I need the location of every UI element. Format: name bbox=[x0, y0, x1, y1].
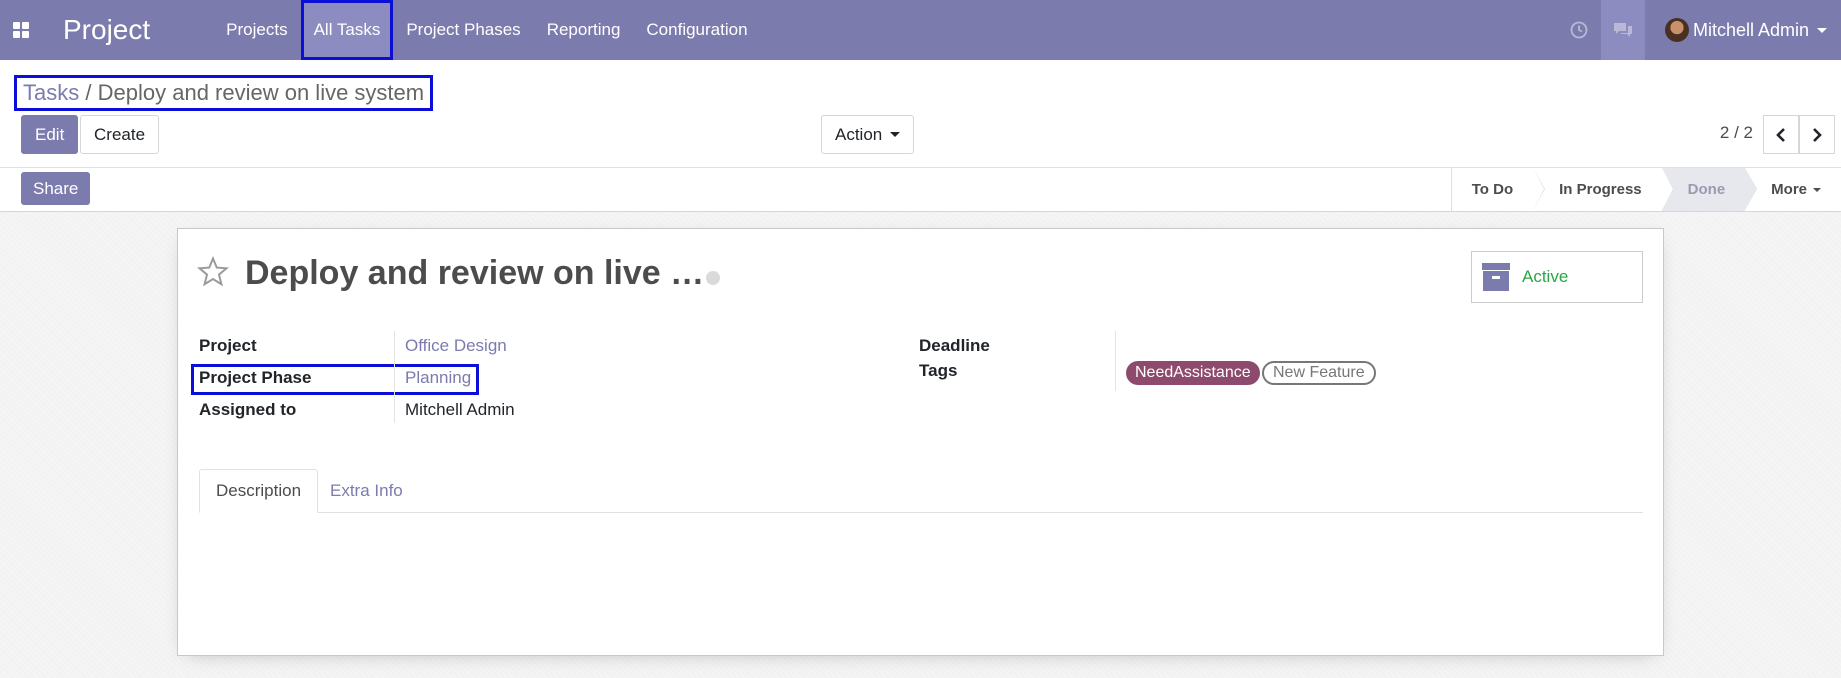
apps-menu-icon[interactable] bbox=[0, 0, 42, 60]
archive-icon bbox=[1482, 263, 1510, 291]
menu-reporting[interactable]: Reporting bbox=[534, 0, 634, 60]
form-sheet: Deploy and review on live … Active Proje… bbox=[177, 228, 1664, 656]
pager-next-button[interactable] bbox=[1799, 115, 1835, 154]
menu-project-phases[interactable]: Project Phases bbox=[393, 0, 533, 60]
breadcrumb-tasks-link[interactable]: Tasks bbox=[23, 80, 79, 105]
share-button[interactable]: Share bbox=[21, 172, 91, 205]
form-statusbar: Share To Do In Progress Done More bbox=[0, 168, 1841, 212]
tab-extra-info[interactable]: Extra Info bbox=[314, 469, 419, 513]
project-value-link[interactable]: Office Design bbox=[405, 336, 507, 356]
top-navbar: Project Projects All Tasks Project Phase… bbox=[0, 0, 1841, 60]
messages-chat-icon[interactable] bbox=[1600, 0, 1645, 60]
favorite-star-icon[interactable] bbox=[197, 256, 229, 288]
control-panel: Tasks / Deploy and review on live system… bbox=[0, 60, 1841, 168]
action-label: Action bbox=[835, 124, 883, 144]
user-avatar bbox=[1664, 18, 1689, 42]
user-menu[interactable]: Mitchell Admin bbox=[1645, 0, 1841, 60]
stage-in-progress[interactable]: In Progress bbox=[1533, 168, 1674, 211]
menu-all-tasks[interactable]: All Tasks bbox=[300, 0, 394, 60]
navbar-systray: Mitchell Admin bbox=[1557, 0, 1841, 60]
tab-description[interactable]: Description bbox=[199, 469, 319, 513]
breadcrumb-separator: / bbox=[85, 80, 92, 105]
notebook-tabs: Description Extra Info bbox=[199, 469, 1643, 513]
breadcrumb: Tasks / Deploy and review on live system bbox=[14, 75, 434, 111]
pager-value[interactable]: 2 / 2 bbox=[1720, 123, 1753, 143]
right-group-separator bbox=[1115, 331, 1116, 391]
activity-clock-icon[interactable] bbox=[1557, 0, 1601, 60]
edit-button[interactable]: Edit bbox=[21, 115, 79, 154]
chevron-left-icon bbox=[1776, 127, 1785, 142]
breadcrumb-current: Deploy and review on live system bbox=[97, 80, 425, 105]
active-label: Active bbox=[1522, 267, 1569, 286]
more-caret-icon bbox=[1813, 187, 1821, 192]
stage-more-dropdown[interactable]: More bbox=[1745, 168, 1841, 211]
menu-projects[interactable]: Projects bbox=[213, 0, 300, 60]
pager-previous-button[interactable] bbox=[1763, 115, 1799, 154]
left-group-separator bbox=[394, 331, 395, 423]
stage-pipeline: To Do In Progress Done More bbox=[1450, 168, 1841, 211]
deadline-label: Deadline bbox=[919, 336, 990, 355]
stage-more-label: More bbox=[1771, 181, 1807, 198]
tag-new-feature[interactable]: New Feature bbox=[1262, 361, 1376, 385]
app-brand[interactable]: Project bbox=[63, 14, 150, 46]
project-label: Project bbox=[199, 336, 257, 355]
kanban-state-icon[interactable] bbox=[706, 271, 720, 285]
task-title[interactable]: Deploy and review on live … bbox=[245, 254, 704, 293]
assigned-to-value[interactable]: Mitchell Admin bbox=[405, 400, 515, 420]
tags-label: Tags bbox=[919, 361, 958, 380]
user-menu-caret-icon bbox=[1817, 27, 1827, 33]
user-name: Mitchell Admin bbox=[1692, 19, 1809, 40]
assigned-to-label: Assigned to bbox=[199, 400, 297, 419]
project-phase-label: Project Phase bbox=[199, 368, 312, 387]
action-caret-icon bbox=[890, 132, 901, 137]
chevron-right-icon bbox=[1813, 127, 1822, 142]
create-button[interactable]: Create bbox=[80, 115, 160, 154]
stage-to-do[interactable]: To Do bbox=[1451, 168, 1546, 211]
stage-done[interactable]: Done bbox=[1661, 168, 1757, 211]
tag-need-assistance[interactable]: NeedAssistance bbox=[1126, 361, 1260, 385]
main-menu: Projects All Tasks Project Phases Report… bbox=[213, 0, 760, 60]
active-toggle-button[interactable]: Active bbox=[1471, 251, 1643, 303]
project-phase-value-link[interactable]: Planning bbox=[405, 368, 471, 388]
menu-configuration[interactable]: Configuration bbox=[633, 0, 760, 60]
action-dropdown[interactable]: Action bbox=[821, 115, 915, 154]
